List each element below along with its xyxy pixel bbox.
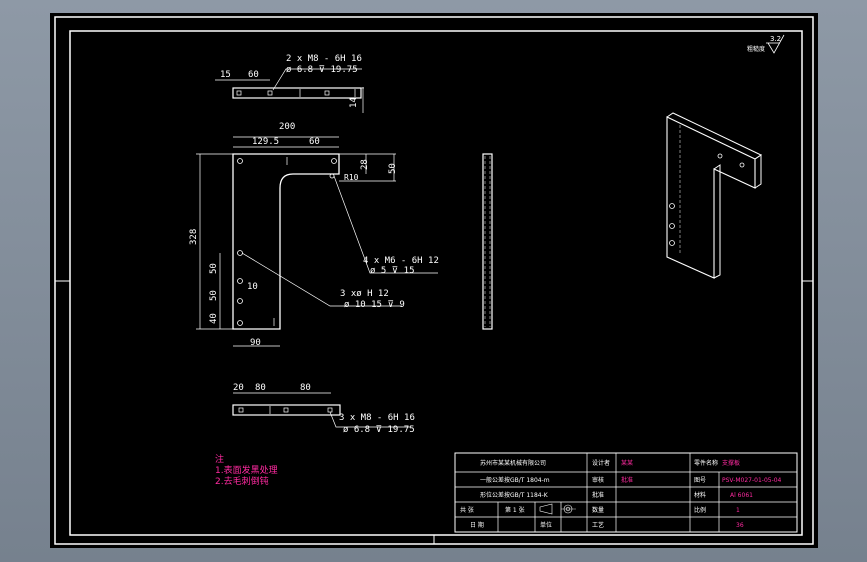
technical-notes: 注 1.表面发黑处理 2.去毛刺倒钝	[215, 453, 278, 487]
isometric-view	[666, 112, 763, 279]
tb-name-label: 零件名称	[694, 459, 718, 467]
front-view: 200 129.5 60 28 50 R10 328 50 50 10 40 9…	[189, 122, 439, 348]
tb-checker-value: 批准	[621, 476, 633, 484]
callout-m6-drill: ø 5 ⊽ 15	[370, 266, 415, 276]
bottom-view-outline	[232, 404, 341, 416]
side-view	[482, 153, 493, 330]
engineering-drawing: 粗糙度 3.2 15 60 14 2 x M8 - 6H 16 ø 6.8 ⊽ …	[54, 16, 814, 545]
dim-10: 10	[247, 282, 258, 292]
tb-dwgno-label: 图号	[694, 477, 706, 484]
dim-28: 28	[360, 159, 370, 170]
dim-15: 15	[220, 70, 231, 80]
tb-std-2: 形位公差按GB/T 1184-K	[480, 491, 549, 499]
tb-unit-label: 单位	[540, 521, 552, 529]
dim-r10: R10	[344, 173, 359, 182]
tb-designer-label: 设计者	[592, 459, 610, 467]
side-view-outline	[482, 153, 493, 330]
tb-dwgno-value: PSV-M027-01-05-04	[722, 477, 782, 484]
dim-80-a: 80	[255, 383, 266, 393]
tb-date-label: 日 期	[470, 521, 484, 529]
tb-std-1: 一般公差按GB/T 1804-m	[480, 476, 550, 484]
dim-80-b: 80	[300, 383, 311, 393]
title-block: 苏州市某某机械有限公司 一般公差按GB/T 1804-m 形位公差按GB/T 1…	[454, 452, 798, 533]
tb-approve-label: 批准	[592, 491, 604, 499]
drawing-sheet: 粗糙度 3.2 15 60 14 2 x M8 - 6H 16 ø 6.8 ⊽ …	[50, 13, 818, 548]
tb-qty-label: 数量	[592, 506, 604, 514]
dim-60: 60	[248, 70, 259, 80]
tb-checker-label: 审核	[592, 476, 604, 484]
notes-heading: 注	[215, 453, 224, 465]
callout-pin-depth: ø 10 15 ⊽ 9	[344, 300, 405, 310]
callout-m6: 4 x M6 - 6H 12	[363, 256, 439, 266]
callout-bottom-drill: ø 6.8 ⊽ 19.75	[343, 425, 415, 435]
tb-sheet-label: 共 张	[460, 506, 474, 514]
dim-328: 328	[189, 229, 199, 245]
callout-bottom-m8: 3 x M8 - 6H 16	[339, 413, 415, 423]
callout-pin: 3 xø H 12	[340, 289, 389, 299]
dim-20: 20	[233, 383, 244, 393]
top-view: 15 60 14 2 x M8 - 6H 16 ø 6.8 ⊽ 19.75	[215, 54, 364, 113]
front-view-outline	[232, 153, 340, 330]
projection-symbol	[539, 503, 576, 515]
inner-frame	[69, 30, 803, 536]
dim-50-right: 50	[388, 163, 398, 174]
surface-roughness-symbol: 粗糙度 3.2	[747, 34, 785, 54]
tb-name-value: 支撑板	[722, 459, 740, 467]
callout-m8: 2 x M8 - 6H 16	[286, 54, 362, 64]
callout-drill: ø 6.8 ⊽ 19.75	[286, 65, 358, 75]
tb-designer-value: 某某	[621, 460, 633, 467]
tb-material-label: 材料	[694, 491, 706, 499]
dim-90: 90	[250, 338, 261, 348]
note-1: 1.表面发黑处理	[215, 464, 278, 476]
tb-sheet-value: 第 1 张	[505, 506, 525, 514]
dim-40: 40	[209, 313, 219, 324]
dim-50-b: 50	[209, 290, 219, 301]
dim-14: 14	[349, 97, 359, 108]
tb-weight-value: 36	[736, 522, 744, 529]
dim-129-5: 129.5	[252, 137, 279, 147]
dim-50-a: 50	[209, 263, 219, 274]
roughness-value: 3.2	[770, 35, 781, 43]
tb-weight-label: 工艺	[592, 521, 604, 529]
tb-scale-label: 比例	[694, 506, 706, 514]
bottom-view: 20 80 80 3 x M8 - 6H 16 ø 6.8 ⊽ 19.75	[232, 383, 415, 435]
roughness-label: 粗糙度	[747, 45, 765, 53]
tb-material-value: Al 6061	[730, 492, 753, 499]
tb-qty-value: 1	[736, 507, 740, 514]
top-view-outline	[232, 87, 362, 99]
note-2: 2.去毛刺倒钝	[215, 475, 269, 487]
dim-60-top: 60	[309, 137, 320, 147]
dim-200: 200	[279, 122, 295, 132]
tb-company: 苏州市某某机械有限公司	[480, 459, 546, 467]
